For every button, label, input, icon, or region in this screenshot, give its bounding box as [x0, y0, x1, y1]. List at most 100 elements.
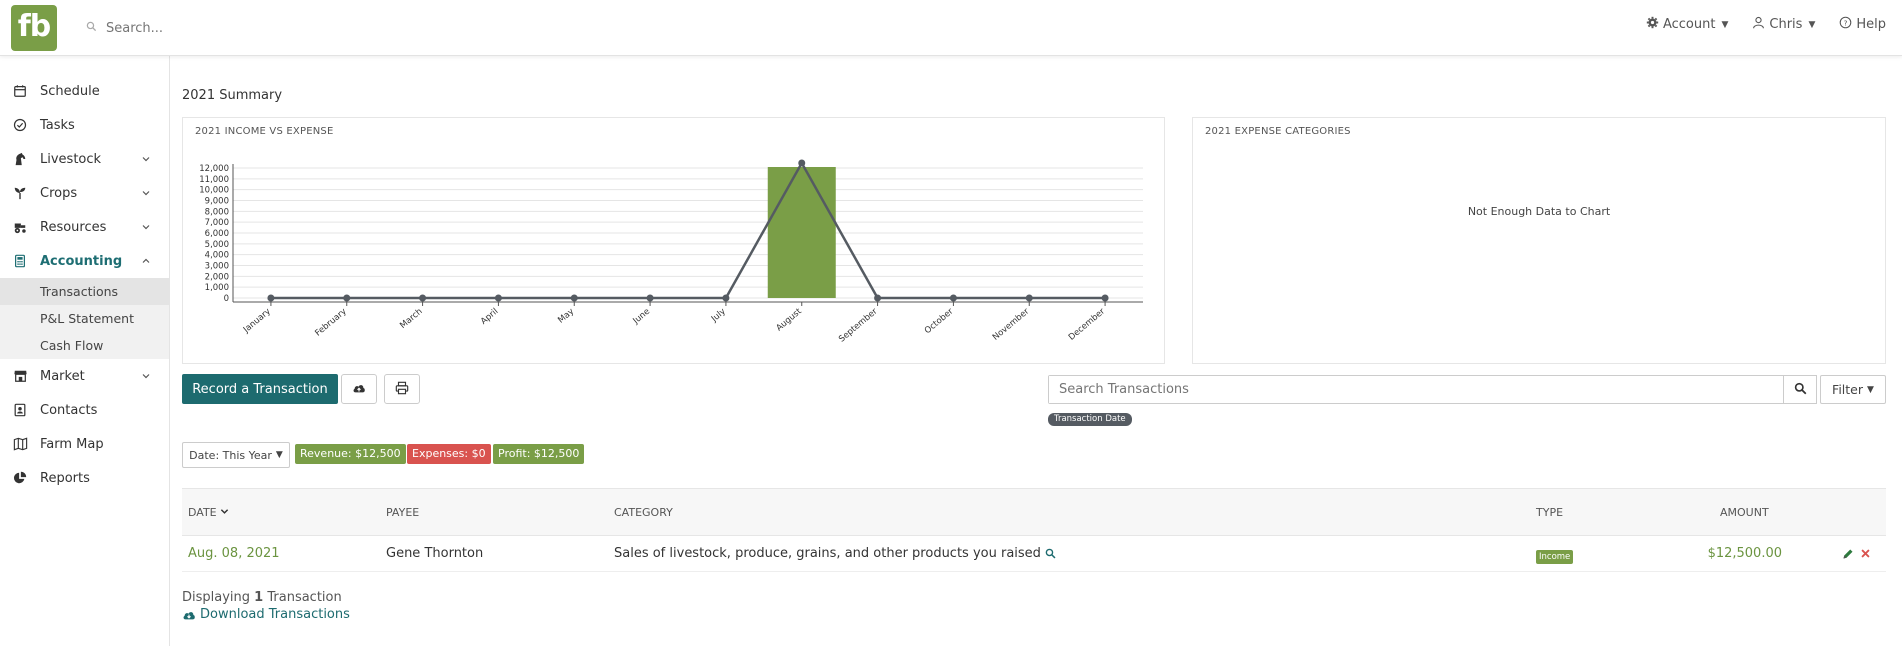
income-line [270, 160, 1106, 300]
accounting-submenu: Transactions P&L Statement Cash Flow [0, 278, 169, 359]
fb-logo[interactable]: fb [11, 5, 57, 51]
displaying-count: Displaying 1 Transaction [182, 590, 342, 605]
line-point-december[interactable] [1101, 294, 1109, 302]
page-title: 2021 Summary [182, 88, 283, 103]
y-tick-label: 2,000 [205, 272, 229, 282]
x-tick-label: December [1067, 306, 1108, 342]
chevron-down-icon [141, 221, 151, 231]
sidebar-item-reports[interactable]: Reports [0, 461, 169, 495]
row-category: Sales of livestock, produce, grains, and… [614, 536, 1056, 571]
line-point-april[interactable] [494, 294, 502, 302]
sidebar-item-schedule[interactable]: Schedule [0, 74, 169, 108]
column-header-category: CATEGORY [614, 505, 673, 519]
sidebar-item-market[interactable]: Market [0, 359, 169, 393]
cloud-upload-icon [352, 380, 366, 399]
y-tick-label: 0 [224, 294, 229, 304]
transaction-search-button[interactable] [1783, 375, 1817, 404]
date-filter-button[interactable]: Date: This Year ▼ [182, 442, 290, 468]
print-button[interactable] [384, 374, 420, 404]
download-label: Download Transactions [200, 607, 350, 622]
profit-badge: Profit: $12,500 [493, 444, 585, 464]
row-date-link[interactable]: Aug. 08, 2021 [188, 536, 280, 571]
chevron-down-icon [141, 153, 151, 163]
line-point-june[interactable] [646, 294, 654, 302]
sidebar-subitem-transactions[interactable]: Transactions [0, 278, 169, 305]
caret-down-icon: ▼ [1867, 384, 1874, 395]
svg-text:?: ? [1844, 18, 1848, 27]
caret-down-icon: ▼ [1808, 19, 1816, 30]
expenses-badge: Expenses: $0 [407, 444, 491, 464]
x-tick-label: June [631, 307, 652, 327]
map-icon [12, 436, 28, 452]
line-point-february[interactable] [343, 294, 351, 302]
delete-icon[interactable] [1860, 548, 1871, 559]
x-tick-label: July [709, 307, 728, 325]
record-transaction-button[interactable]: Record a Transaction [182, 374, 338, 404]
sidebar-item-tasks[interactable]: Tasks [0, 108, 169, 142]
line-point-november[interactable] [1025, 294, 1033, 302]
print-icon [395, 380, 409, 399]
line-point-october[interactable] [949, 294, 957, 302]
column-header-label: DATE [188, 505, 217, 519]
main-content: 2021 Summary 2021 INCOME VS EXPENSE 0 1,0… [171, 56, 1902, 646]
date-filter-label: Date: This Year [189, 448, 272, 462]
transactions-table: DATE PAYEE CATEGORY TYPE AMOUNT Aug. 08,… [182, 488, 1886, 572]
download-transactions-link[interactable]: Download Transactions [182, 607, 350, 622]
y-tick-label: 9,000 [205, 197, 229, 207]
sidebar-item-crops[interactable]: Crops [0, 176, 169, 210]
sidebar-item-contacts[interactable]: Contacts [0, 393, 169, 427]
global-search[interactable] [86, 16, 466, 40]
account-menu[interactable]: Account ▼ [1646, 16, 1728, 33]
caret-down-icon: ▼ [1721, 19, 1729, 30]
line-point-may[interactable] [570, 294, 578, 302]
user-menu[interactable]: Chris ▼ [1752, 16, 1815, 33]
sidebar-item-label: Tasks [40, 117, 75, 133]
bar-august[interactable] [767, 167, 836, 298]
displaying-number: 1 [254, 590, 264, 605]
question-circle-icon: ? [1839, 16, 1852, 33]
global-search-input[interactable] [106, 20, 406, 36]
line-point-january[interactable] [267, 294, 275, 302]
sidebar-item-farm-map[interactable]: Farm Map [0, 427, 169, 461]
expense-categories-title: 2021 EXPENSE CATEGORIES [1205, 126, 1351, 137]
x-tick-label: March [398, 307, 424, 331]
expense-categories-card: 2021 EXPENSE CATEGORIES Not Enough Data … [1192, 117, 1886, 364]
line-point-july[interactable] [722, 294, 730, 302]
transaction-search-input[interactable] [1049, 376, 1783, 403]
sidebar-item-accounting[interactable]: Accounting [0, 244, 169, 278]
help-link[interactable]: ? Help [1839, 16, 1886, 33]
x-tick-label: April [479, 307, 500, 327]
y-tick-label: 10,000 [199, 186, 229, 196]
search-field-tag[interactable]: Transaction Date [1048, 413, 1132, 426]
row-amount: $12,500.00 [1707, 546, 1782, 561]
column-header-amount: AMOUNT [1720, 505, 1769, 519]
line-point-march[interactable] [419, 294, 427, 302]
sidebar-subitem-cash-flow[interactable]: Cash Flow [0, 332, 169, 359]
search-icon [86, 21, 100, 35]
revenue-badge: Revenue: $12,500 [295, 444, 406, 464]
caret-down-icon: ▼ [275, 450, 283, 460]
chevron-down-icon [141, 370, 151, 380]
chevron-down-icon [141, 187, 151, 197]
pencil-icon[interactable] [1842, 548, 1854, 560]
sidebar-item-label: Resources [40, 219, 107, 235]
sidebar-item-label: Farm Map [40, 436, 104, 452]
x-tick-label: January [241, 307, 273, 336]
upload-button[interactable] [341, 374, 377, 404]
column-header-date[interactable]: DATE [188, 489, 229, 535]
transaction-search[interactable] [1048, 375, 1784, 404]
sidebar-item-livestock[interactable]: Livestock [0, 142, 169, 176]
income-vs-expense-card: 2021 INCOME VS EXPENSE 0 1,000 2,000 3,000 4… [182, 117, 1165, 364]
search-icon[interactable] [1045, 548, 1056, 559]
y-tick-label: 3,000 [205, 262, 229, 272]
table-header: DATE PAYEE CATEGORY TYPE AMOUNT [182, 488, 1886, 536]
sidebar-subitem-pl-statement[interactable]: P&L Statement [0, 305, 169, 332]
line-point-september[interactable] [874, 294, 882, 302]
sidebar-item-resources[interactable]: Resources [0, 210, 169, 244]
x-tick-label: October [923, 306, 956, 336]
calendar-icon [12, 83, 28, 99]
filter-button[interactable]: Filter ▼ [1820, 375, 1886, 404]
line-point-august[interactable] [798, 159, 806, 167]
y-tick-label: 6,000 [205, 229, 229, 239]
no-data-message: Not Enough Data to Chart [1467, 205, 1611, 218]
